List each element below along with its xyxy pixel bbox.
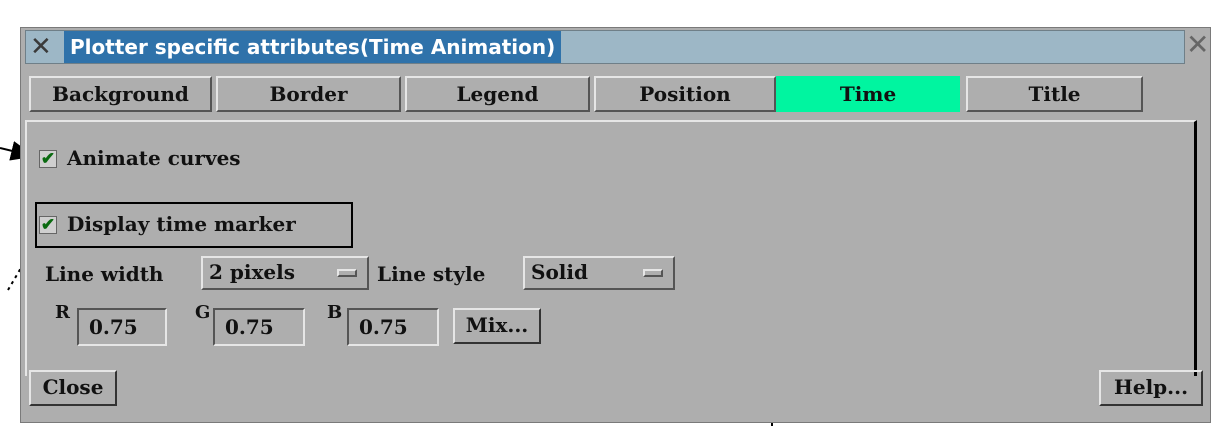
line-style-value: Solid <box>531 260 588 284</box>
green-label: G <box>195 302 211 323</box>
window-title: Plotter specific attributes(Time Animati… <box>64 31 562 63</box>
option-indicator-icon <box>337 269 357 277</box>
tab-border[interactable]: Border <box>216 76 401 112</box>
green-field[interactable]: 0.75 <box>213 308 305 346</box>
tab-background[interactable]: Background <box>29 76 212 112</box>
option-indicator-icon <box>643 269 663 277</box>
tab-label: Position <box>639 82 731 106</box>
blue-field[interactable]: 0.75 <box>347 308 439 346</box>
tab-position[interactable]: Position <box>594 76 776 112</box>
checkmark-icon: ✔ <box>40 149 56 169</box>
mix-button[interactable]: Mix... <box>453 308 541 344</box>
display-time-marker-checkbox[interactable]: ✔ <box>39 216 57 234</box>
tab-time[interactable]: Time <box>776 76 960 112</box>
display-time-marker-label: Display time marker <box>67 212 296 236</box>
close-icon[interactable]: ✕ <box>1186 30 1209 62</box>
tab-label: Border <box>269 82 348 106</box>
close-button[interactable]: Close <box>29 370 117 406</box>
animate-curves-label: Animate curves <box>67 146 241 170</box>
line-width-value: 2 pixels <box>209 260 295 284</box>
line-style-label: Line style <box>377 262 486 286</box>
title-bar[interactable]: ✕ Plotter specific attributes(Time Anima… <box>25 30 1185 64</box>
tab-label: Background <box>52 82 189 106</box>
checkmark-icon: ✔ <box>40 215 56 235</box>
tab-title[interactable]: Title <box>966 76 1143 112</box>
tab-label: Legend <box>456 82 539 106</box>
help-button[interactable]: Help... <box>1099 370 1203 406</box>
x-logo-icon[interactable]: ✕ <box>30 32 52 62</box>
animate-curves-checkbox[interactable]: ✔ <box>39 150 57 168</box>
line-width-select[interactable]: 2 pixels <box>201 256 369 290</box>
time-panel: ✔ Animate curves ✔ Display time marker L… <box>25 120 1197 376</box>
tab-legend[interactable]: Legend <box>405 76 590 112</box>
line-width-label: Line width <box>45 262 164 286</box>
tab-label: Title <box>1028 82 1081 106</box>
red-field[interactable]: 0.75 <box>77 308 167 346</box>
red-label: R <box>55 302 70 323</box>
dialog-window: ✕ Plotter specific attributes(Time Anima… <box>20 27 1211 423</box>
line-style-select[interactable]: Solid <box>523 256 675 290</box>
tab-label: Time <box>839 82 897 106</box>
blue-label: B <box>327 302 343 323</box>
